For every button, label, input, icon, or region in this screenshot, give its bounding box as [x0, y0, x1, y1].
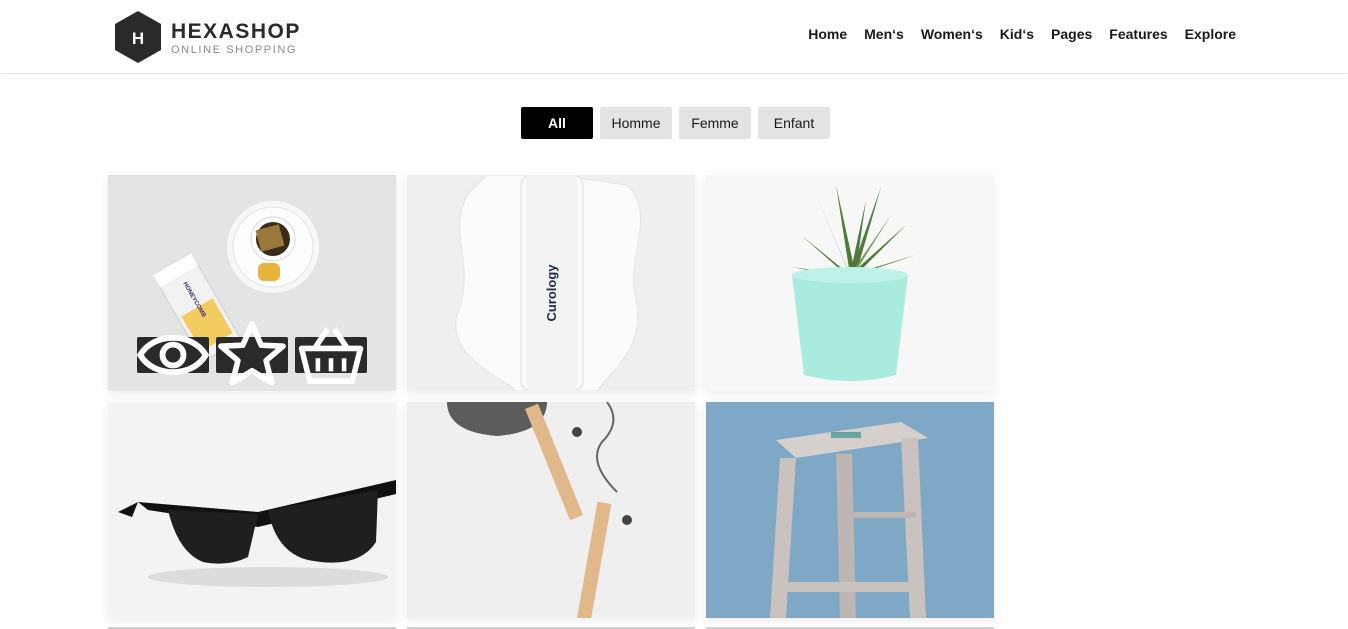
main-nav: Home Men‘s Women‘s Kid‘s Pages Features …	[791, 26, 1236, 42]
filter-homme-button[interactable]: Homme	[600, 107, 672, 139]
product-card[interactable]	[407, 402, 695, 618]
filter-bar: All Homme Femme Enfant	[0, 107, 1348, 139]
product-card[interactable]: Curology	[407, 175, 695, 391]
add-to-wishlist-button[interactable]	[216, 321, 288, 386]
quick-view-button[interactable]	[137, 334, 209, 376]
card-actions	[137, 321, 377, 386]
nav-pages[interactable]: Pages	[1051, 26, 1092, 42]
product-image-curology-bottle: Curology	[407, 175, 695, 391]
eye-icon	[137, 334, 209, 376]
site-header: H HEXASHOP ONLINE SHOPPING Home Men‘s Wo…	[0, 0, 1348, 74]
star-icon	[218, 321, 286, 386]
brand-subtitle: ONLINE SHOPPING	[171, 44, 298, 56]
add-to-cart-button[interactable]	[295, 327, 367, 384]
nav-kids[interactable]: Kid‘s	[1000, 26, 1034, 42]
product-image-wooden-stool	[706, 402, 994, 618]
filter-all-button[interactable]: All	[521, 107, 593, 139]
product-card[interactable]: HONEYCOMB	[108, 175, 396, 391]
nav-features[interactable]: Features	[1109, 26, 1167, 42]
nav-womens[interactable]: Women‘s	[921, 26, 983, 42]
nav-explore[interactable]: Explore	[1185, 26, 1236, 42]
hexagon-logo-icon: H	[115, 11, 161, 63]
product-card[interactable]	[108, 402, 396, 618]
svg-text:Curology: Curology	[544, 264, 559, 322]
brand-logo[interactable]: H HEXASHOP ONLINE SHOPPING	[114, 10, 314, 64]
product-image-succulent-plant	[706, 175, 994, 391]
brand-title: HEXASHOP	[171, 20, 301, 43]
nav-home[interactable]: Home	[808, 26, 847, 42]
product-card[interactable]	[706, 402, 994, 618]
basket-icon	[298, 327, 364, 384]
nav-mens[interactable]: Men‘s	[864, 26, 904, 42]
product-image-desk-lamp	[407, 402, 695, 618]
filter-femme-button[interactable]: Femme	[679, 107, 751, 139]
filter-enfant-button[interactable]: Enfant	[758, 107, 830, 139]
product-image-sunglasses	[108, 402, 396, 618]
svg-text:H: H	[132, 29, 144, 48]
product-card[interactable]	[706, 175, 994, 391]
